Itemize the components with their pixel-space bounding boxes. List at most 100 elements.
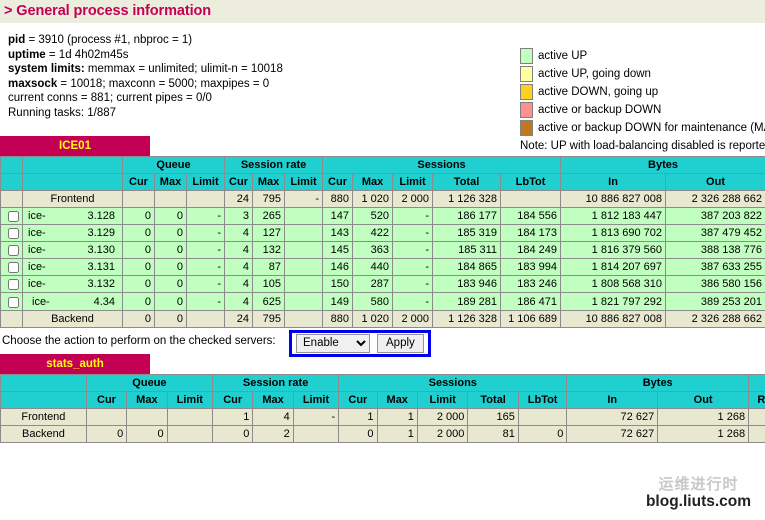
legend-note: Note: UP with load-balancing disabled is…: [520, 140, 765, 152]
subheader-blank-1: [1, 391, 87, 408]
cell-denied-req: [749, 408, 765, 425]
header-checkbox-col: [1, 157, 23, 174]
cell-bytes-in: 1 808 568 310: [561, 276, 666, 293]
action-controls-highlight: Enable Disable Soft Stop Soft Start Appl…: [289, 330, 431, 357]
cell-queue-cur: 0: [86, 425, 126, 442]
row-checkbox-cell[interactable]: [1, 225, 23, 242]
server-checkbox[interactable]: [8, 228, 19, 239]
cell-sess-max: 440: [353, 259, 393, 276]
cell-queue-limit: -: [187, 259, 225, 276]
cell-queue-cur: [123, 191, 155, 208]
cell-rate-cur: 3: [225, 208, 253, 225]
cell-sess-limit: 2 000: [417, 408, 467, 425]
cell-queue-limit: [167, 408, 212, 425]
server-name: ice-: [32, 296, 50, 308]
legend-column-active: active UP active UP, going down active D…: [520, 48, 765, 138]
server-checkbox[interactable]: [8, 211, 19, 222]
cell-rate-max: 132: [253, 242, 285, 259]
server-checkbox[interactable]: [8, 245, 19, 256]
limits-label: system limits:: [8, 63, 85, 75]
subheader-rate-limit: Limit: [293, 391, 338, 408]
action-select[interactable]: Enable Disable Soft Stop Soft Start: [296, 334, 370, 353]
row-name-cell[interactable]: ice-3.129: [23, 225, 123, 242]
row-checkbox-cell: [1, 310, 23, 327]
cell-queue-max: 0: [155, 310, 187, 327]
proxy-title-stats-auth[interactable]: stats_auth: [0, 354, 150, 374]
cell-sess-limit: -: [393, 293, 433, 310]
row-name-cell[interactable]: ice-3.132: [23, 276, 123, 293]
table-group-header-row: Queue Session rate Sessions Bytes Denied: [1, 374, 765, 391]
proxy-block-ice01: ICE01 Queue Session rate Sessions Bytes …: [0, 136, 765, 328]
subheader-sess-limit: Limit: [417, 391, 467, 408]
cell-sess-lbtot: 184 173: [501, 225, 561, 242]
cell-queue-cur: 0: [123, 225, 155, 242]
cell-sess-max: 520: [353, 208, 393, 225]
cell-sess-lbtot: 1 106 689: [501, 310, 561, 327]
cell-sess-total: 183 946: [433, 276, 501, 293]
server-name: ice-: [28, 227, 46, 239]
row-checkbox-cell[interactable]: [1, 276, 23, 293]
subheader-sess-cur: Cur: [323, 174, 353, 191]
cell-sess-cur: 145: [323, 242, 353, 259]
table-row: ice-3.130 0 0 - 4 132 145 363 - 185 311 …: [1, 242, 765, 259]
row-name-cell[interactable]: ice-3.130: [23, 242, 123, 259]
row-name: Backend: [23, 310, 123, 327]
legend-item: active or backup DOWN: [520, 102, 765, 117]
process-info-limits: system limits: memmax = unlimited; ulimi…: [8, 62, 283, 77]
row-checkbox-cell[interactable]: [1, 293, 23, 310]
cell-queue-limit: [187, 191, 225, 208]
subheader-rate-max: Max: [253, 391, 293, 408]
cell-sess-lbtot: 183 246: [501, 276, 561, 293]
table-row: ice-3.131 0 0 - 4 87 146 440 - 184 865 1…: [1, 259, 765, 276]
table-row: ice-3.129 0 0 - 4 127 143 422 - 185 319 …: [1, 225, 765, 242]
row-name-cell[interactable]: ice- 4.34: [23, 293, 123, 310]
server-action-bar: Choose the action to perform on the chec…: [0, 328, 765, 354]
row-checkbox-cell: [1, 191, 23, 208]
server-ip: 4.34: [94, 296, 115, 308]
server-name: ice-: [28, 261, 46, 273]
row-name-cell[interactable]: ice-3.128: [23, 208, 123, 225]
table-row-backend: Backend 0 0 24 795 880 1 020 2 000 1 126…: [1, 310, 765, 327]
server-checkbox[interactable]: [8, 297, 19, 308]
server-checkbox[interactable]: [8, 262, 19, 273]
cell-sess-max: 1 020: [353, 191, 393, 208]
cell-sess-lbtot: 183 994: [501, 259, 561, 276]
cell-bytes-out: 2 326 288 662: [666, 191, 765, 208]
cell-queue-max: [155, 191, 187, 208]
cell-sess-lbtot: 184 556: [501, 208, 561, 225]
legend-label: active DOWN, going up: [538, 86, 658, 98]
header-group-session-rate: Session rate: [225, 157, 323, 174]
header-group-session-rate: Session rate: [213, 374, 339, 391]
cell-queue-limit: [167, 425, 212, 442]
cell-rate-cur: 4: [225, 242, 253, 259]
cell-queue-cur: 0: [123, 310, 155, 327]
swatch-active-up: [520, 48, 533, 64]
cell-rate-limit: [285, 208, 323, 225]
process-info-pid: pid = 3910 (process #1, nbproc = 1): [8, 33, 283, 48]
cell-rate-cur: 4: [225, 259, 253, 276]
cell-bytes-out: 387 203 822: [666, 208, 765, 225]
cell-queue-limit: -: [187, 225, 225, 242]
subheader-bytes-out: Out: [666, 174, 765, 191]
apply-button[interactable]: Apply: [377, 334, 424, 353]
cell-bytes-in: 1 812 183 447: [561, 208, 666, 225]
row-checkbox-cell[interactable]: [1, 242, 23, 259]
server-checkbox[interactable]: [8, 279, 19, 290]
cell-bytes-in: 1 816 379 560: [561, 242, 666, 259]
cell-queue-limit: -: [187, 276, 225, 293]
cell-sess-limit: 2 000: [393, 310, 433, 327]
subheader-bytes-out: Out: [658, 391, 749, 408]
row-checkbox-cell[interactable]: [1, 259, 23, 276]
row-checkbox-cell[interactable]: [1, 208, 23, 225]
cell-rate-max: 127: [253, 225, 285, 242]
row-name-cell[interactable]: ice-3.131: [23, 259, 123, 276]
proxy-title-ice01[interactable]: ICE01: [0, 136, 150, 156]
table-row-frontend: Frontend 24 795 - 880 1 020 2 000 1 126 …: [1, 191, 765, 208]
server-name: ice-: [28, 244, 46, 256]
table-group-header-row: Queue Session rate Sessions Bytes Denied: [1, 157, 765, 174]
header-group-queue: Queue: [123, 157, 225, 174]
cell-bytes-out: 388 138 776: [666, 242, 765, 259]
cell-bytes-in: 10 886 827 008: [561, 191, 666, 208]
cell-rate-max: 4: [253, 408, 293, 425]
cell-sess-total: 165: [468, 408, 518, 425]
